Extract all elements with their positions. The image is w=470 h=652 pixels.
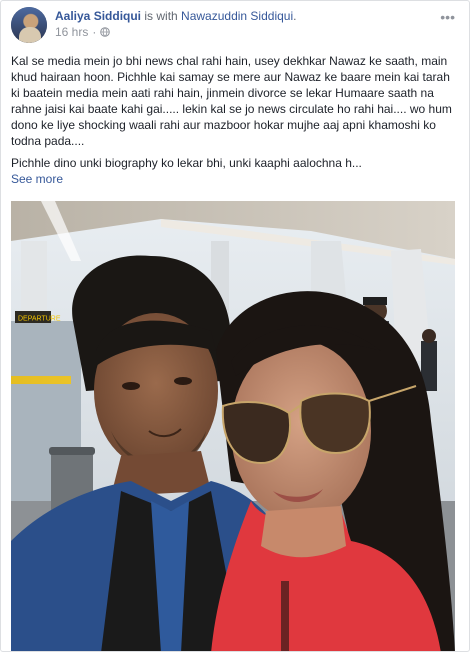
author-avatar[interactable] [11,7,47,43]
post-meta: Aaliya Siddiqui is with Nawazuddin Siddi… [55,8,439,40]
separator-dot: · [92,25,97,39]
airport-selfie-image: DEPARTURE [11,201,455,651]
with-text: is with [144,9,178,23]
post-paragraph-1: Kal se media mein jo bhi news chal rahi … [11,54,452,148]
tagged-suffix: . [293,9,297,23]
post-timestamp[interactable]: 16 hrs [55,24,88,40]
see-more-link[interactable]: See more [11,172,63,186]
author-name-link[interactable]: Aaliya Siddiqui [55,9,141,23]
tagged-person-link[interactable]: Nawazuddin Siddiqui [181,9,293,23]
post-card: Aaliya Siddiqui is with Nawazuddin Siddi… [0,0,470,652]
post-paragraph-2: Pichhle dino unki biography ko lekar bhi… [11,156,362,170]
post-body: Kal se media mein jo bhi news chal rahi … [11,53,457,187]
post-photo[interactable]: DEPARTURE [11,201,455,651]
post-header: Aaliya Siddiqui is with Nawazuddin Siddi… [11,7,459,43]
globe-icon[interactable] [100,27,111,37]
more-options-icon[interactable]: ••• [440,9,455,25]
departure-sign: DEPARTURE [18,316,61,323]
